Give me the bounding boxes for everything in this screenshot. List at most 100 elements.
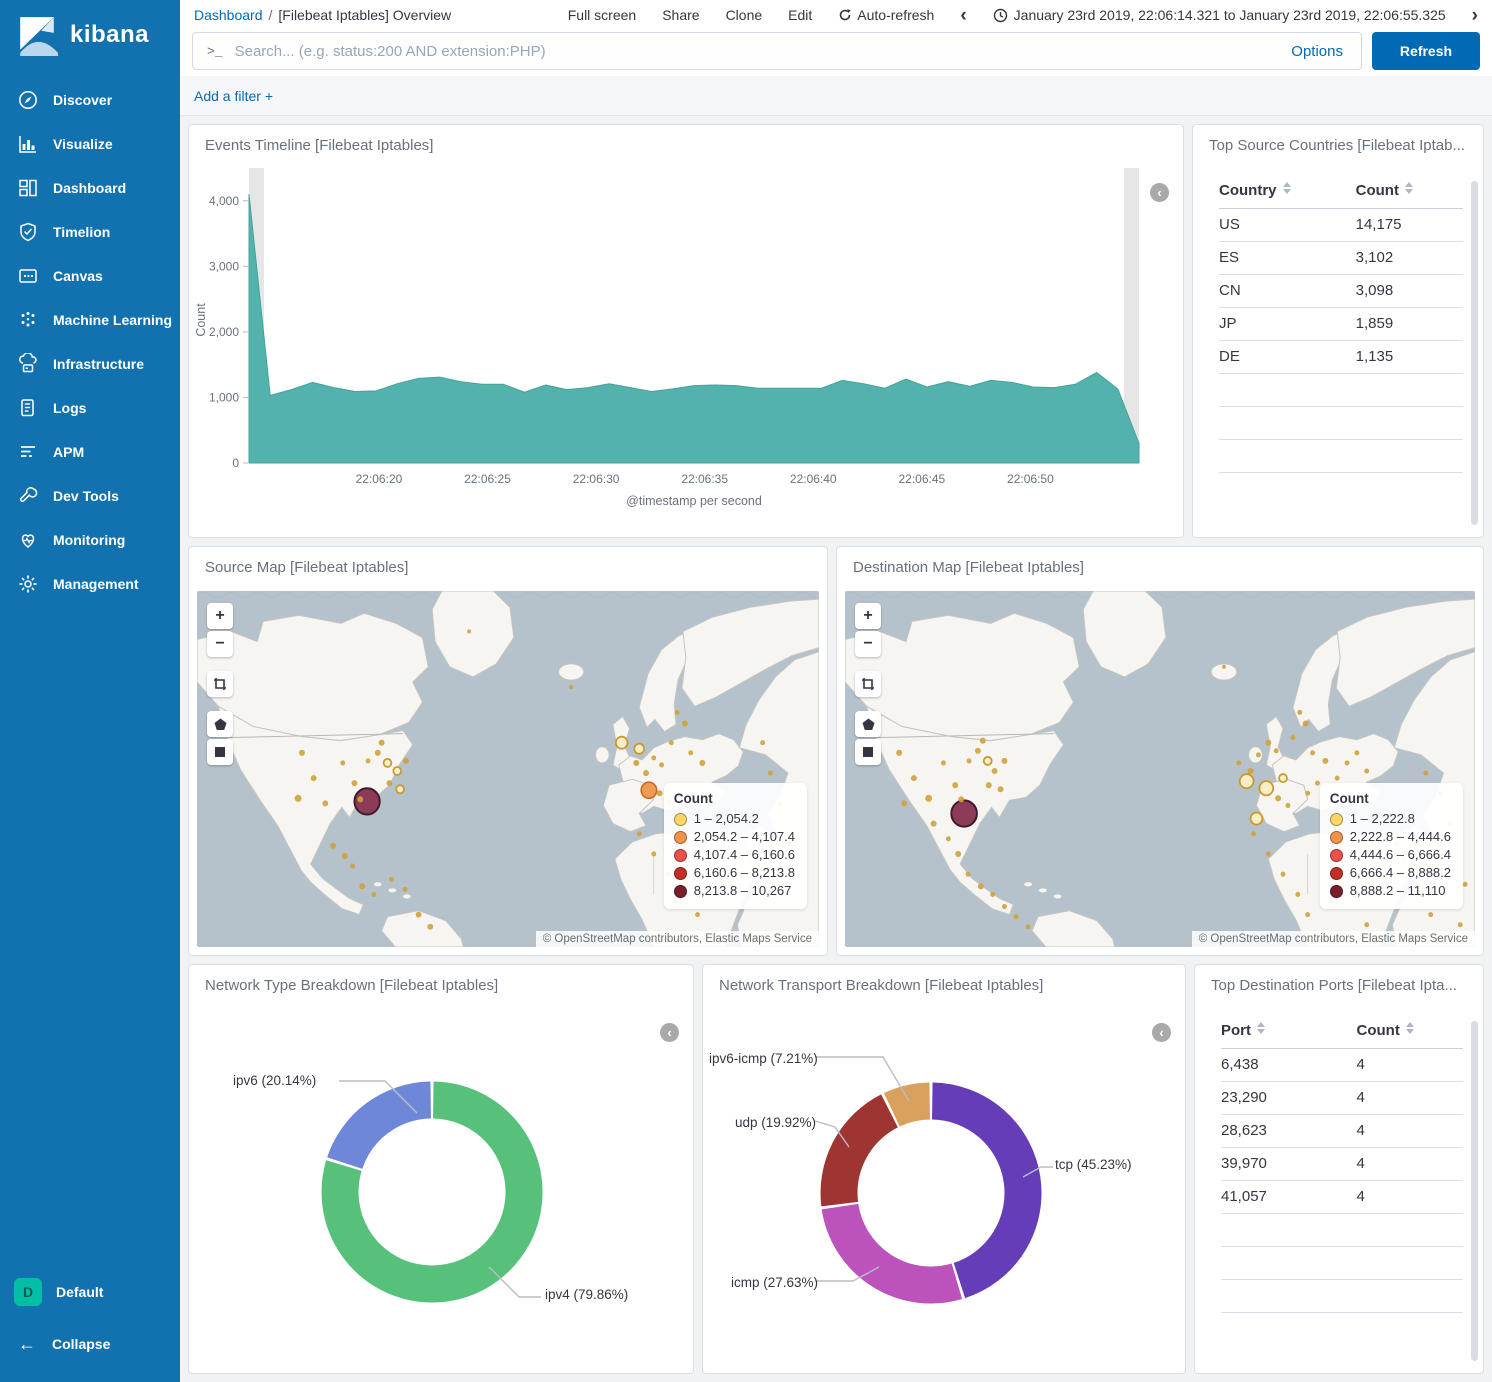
area-chart[interactable]: 01,0002,0003,0004,00022:06:2022:06:2522:… (189, 160, 1174, 512)
table-empty-row (1221, 1280, 1463, 1313)
legend-toggle-button[interactable]: ‹ (660, 1023, 679, 1042)
map-bubble (352, 780, 358, 786)
scrollbar-thumb[interactable] (1471, 181, 1478, 525)
map-bubble (1364, 768, 1369, 773)
source-map[interactable]: +−Count1 – 2,054.22,054.2 – 4,107.44,107… (197, 591, 819, 947)
legend-entry: 2,222.8 – 4,444.6 (1330, 828, 1451, 846)
map-bubble (1354, 750, 1359, 755)
search-input[interactable] (235, 43, 1280, 60)
sidebar-item-label: Monitoring (53, 532, 125, 548)
column-header[interactable]: Count (1357, 1014, 1463, 1049)
kibana-app: kibana DiscoverVisualize Dashboard Timelio… (0, 0, 1492, 1382)
svg-text:@timestamp per second: @timestamp per second (626, 494, 762, 508)
table-empty-row (1221, 1214, 1463, 1247)
sidebar-item-dashboard[interactable]: Dashboard (0, 166, 180, 210)
panel-title[interactable]: Destination Map [Filebeat Iptables] (837, 547, 1483, 582)
time-range-picker[interactable]: January 23rd 2019, 22:06:14.321 to Janua… (993, 7, 1446, 23)
legend-color-swatch (674, 867, 687, 880)
donut-chart[interactable] (189, 1005, 694, 1355)
area-series[interactable] (249, 194, 1139, 463)
panel-title[interactable]: Source Map [Filebeat Iptables] (189, 547, 827, 582)
svg-text:3,000: 3,000 (209, 259, 239, 273)
table-row: 6,4384 (1221, 1049, 1463, 1082)
map-bubble (1240, 774, 1254, 788)
map-bubble (1305, 791, 1310, 796)
sidebar-item-label: Dashboard (53, 180, 126, 196)
draw-rectangle-button[interactable] (207, 739, 233, 765)
legend-toggle-button[interactable]: ‹ (1152, 1023, 1171, 1042)
sidebar-item-apm[interactable]: APM (0, 430, 180, 474)
network-transport-donut: ipv6-icmp (7.21%) udp (19.92%) tcp (45.2… (703, 1005, 1185, 1373)
sidebar-item-discover[interactable]: Discover (0, 78, 180, 122)
map-bubble (925, 795, 932, 802)
donut-slice-icmp[interactable] (840, 1207, 957, 1285)
share-button[interactable]: Share (662, 7, 699, 23)
zoom-in-button[interactable]: + (207, 603, 233, 629)
sidebar-item-dev-tools[interactable]: Dev Tools (0, 474, 180, 518)
sidebar-item-monitoring[interactable]: Monitoring (0, 518, 180, 562)
column-header[interactable]: Count (1356, 174, 1463, 209)
infrastructure-icon (17, 353, 39, 375)
time-forward-button[interactable]: › (1472, 6, 1478, 25)
sidebar-item-visualize[interactable]: Visualize (0, 122, 180, 166)
zoom-in-button[interactable]: + (855, 603, 881, 629)
donut-slice-udp[interactable] (839, 1111, 889, 1204)
map-bubble (1279, 774, 1287, 782)
sidebar-item-machine-learning[interactable]: Machine Learning (0, 298, 180, 342)
full-screen-button[interactable]: Full screen (568, 7, 636, 23)
zoom-out-button[interactable]: − (855, 631, 881, 657)
zoom-out-button[interactable]: − (207, 631, 233, 657)
edit-button[interactable]: Edit (788, 7, 812, 23)
panel-source-map: Source Map [Filebeat Iptables] +−Count1 … (188, 546, 828, 956)
sidebar-item-canvas[interactable]: Canvas (0, 254, 180, 298)
sidebar-item-management[interactable]: Management (0, 562, 180, 606)
table-row: 39,9704 (1221, 1148, 1463, 1181)
clock-icon (993, 8, 1008, 23)
donut-slice-ipv6-icmp[interactable] (892, 1101, 930, 1110)
donut-slice-ipv6[interactable] (345, 1100, 431, 1163)
table-row: ES3,102 (1219, 242, 1463, 275)
sidebar-item-timelion[interactable]: Timelion (0, 210, 180, 254)
legend-color-swatch (1330, 867, 1343, 880)
column-header[interactable]: Country (1219, 174, 1356, 209)
panel-title[interactable]: Top Source Countries [Filebeat Iptab... (1193, 125, 1483, 160)
draw-polygon-button[interactable] (855, 711, 881, 737)
draw-rectangle-button[interactable] (855, 739, 881, 765)
legend-entry: 2,054.2 – 4,107.4 (674, 828, 795, 846)
time-back-button[interactable]: ‹ (960, 6, 966, 25)
sidebar-item-logs[interactable]: Logs (0, 386, 180, 430)
refresh-button[interactable]: Refresh (1372, 32, 1480, 70)
clone-button[interactable]: Clone (726, 7, 763, 23)
fit-bounds-button[interactable] (207, 671, 233, 697)
panel-title[interactable]: Top Destination Ports [Filebeat Ipta... (1195, 965, 1483, 1000)
auto-refresh-label: Auto-refresh (857, 7, 934, 23)
map-bubble (299, 750, 305, 756)
legend-toggle-button[interactable]: ‹ (1150, 183, 1169, 202)
kibana-logo[interactable]: kibana (0, 0, 180, 74)
collapse-nav-button[interactable]: ← Collapse (0, 1322, 180, 1366)
panel-title[interactable]: Network Type Breakdown [Filebeat Iptable… (189, 965, 693, 1000)
map-attribution: © OpenStreetMap contributors, Elastic Ma… (1192, 931, 1475, 947)
map-bubble (379, 740, 385, 746)
map-bubble (322, 800, 328, 806)
sidebar-item-infrastructure[interactable]: Infrastructure (0, 342, 180, 386)
draw-polygon-button[interactable] (207, 711, 233, 737)
auto-refresh-button[interactable]: Auto-refresh (838, 7, 934, 23)
panel-title[interactable]: Network Transport Breakdown [Filebeat Ip… (703, 965, 1185, 1000)
fit-bounds-button[interactable] (855, 671, 881, 697)
destination-map[interactable]: +−Count1 – 2,222.82,222.8 – 4,444.64,444… (845, 591, 1475, 947)
map-bubble (637, 831, 642, 836)
column-header[interactable]: Port (1221, 1014, 1357, 1049)
query-options-link[interactable]: Options (1291, 43, 1347, 60)
refresh-cycle-icon (838, 8, 852, 22)
breadcrumb-dashboard-link[interactable]: Dashboard (194, 7, 263, 23)
legend-color-swatch (674, 849, 687, 862)
svg-text:22:06:50: 22:06:50 (1007, 472, 1054, 486)
scrollbar-thumb[interactable] (1471, 1021, 1478, 1361)
legend-entry: 1 – 2,222.8 (1330, 810, 1451, 828)
add-filter-link[interactable]: Add a filter + (194, 88, 273, 104)
main-area: Dashboard / [Filebeat Iptables] Overview… (180, 0, 1492, 1382)
space-selector[interactable]: D Default (0, 1270, 180, 1314)
panel-title[interactable]: Events Timeline [Filebeat Iptables] (189, 125, 1183, 160)
donut-slice-tcp[interactable] (932, 1101, 1023, 1281)
